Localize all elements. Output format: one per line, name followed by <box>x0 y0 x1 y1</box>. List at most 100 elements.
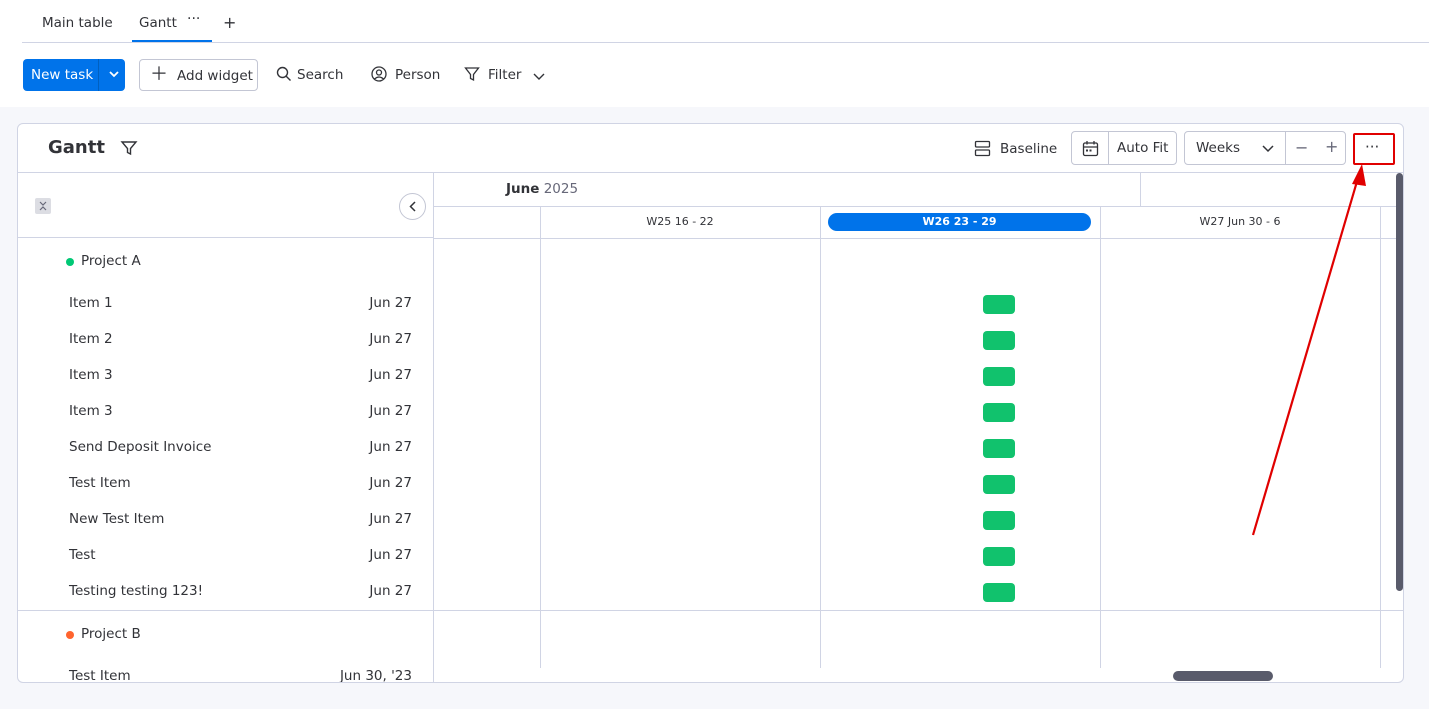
item-list-panel: Project A Item 1 Jun 27 Item 2 Jun 27 Item… <box>18 173 434 683</box>
auto-fit-button[interactable]: Auto Fit <box>1117 140 1168 156</box>
gantt-bar[interactable] <box>983 511 1015 530</box>
item-date: Jun 27 <box>369 511 412 527</box>
calendar-icon <box>1082 141 1099 157</box>
item-date: Jun 27 <box>369 331 412 347</box>
item-name: Item 1 <box>69 295 113 311</box>
week-gridline <box>1100 206 1101 668</box>
chevron-down-icon[interactable] <box>107 67 121 81</box>
week-label: W25 16 - 22 <box>646 215 714 228</box>
baseline-icon <box>974 140 991 157</box>
list-item[interactable]: Test Item Jun 27 <box>69 475 414 495</box>
add-widget-label: Add widget <box>177 68 253 84</box>
item-name: Testing testing 123! <box>69 583 204 599</box>
item-date: Jun 27 <box>369 475 412 491</box>
new-task-button[interactable]: New task <box>23 59 125 91</box>
person-filter-button[interactable]: Person <box>395 67 440 83</box>
week-gridline <box>1380 206 1381 668</box>
search-button[interactable]: Search <box>297 67 343 83</box>
group-name-project-a[interactable]: Project A <box>81 253 141 269</box>
new-task-label: New task <box>31 67 94 83</box>
person-icon[interactable] <box>371 66 387 82</box>
gantt-bar[interactable] <box>983 295 1015 314</box>
item-name: Item 2 <box>69 331 113 347</box>
filter-icon[interactable] <box>120 139 138 157</box>
more-icon: ··· <box>1365 138 1380 156</box>
list-item[interactable]: Item 1 Jun 27 <box>69 295 414 315</box>
item-name: Test Item <box>69 668 131 683</box>
month-boundary-line <box>1140 173 1141 206</box>
add-view-button[interactable]: + <box>223 13 236 32</box>
group-name-project-b[interactable]: Project B <box>81 626 141 642</box>
view-tabs: Main table Gantt ··· + <box>22 0 1429 43</box>
week-label: W27 Jun 30 - 6 <box>1199 215 1281 228</box>
list-item[interactable]: Item 2 Jun 27 <box>69 331 414 351</box>
gantt-timeline: June 2025 W25 16 - 22 W26 23 - 29 W27 Ju… <box>434 173 1403 682</box>
tab-gantt[interactable]: Gantt <box>139 15 177 31</box>
month-label: June 2025 <box>506 181 578 197</box>
list-item[interactable]: Test Item Jun 30, '23 <box>69 668 414 683</box>
item-name: Test <box>69 547 96 563</box>
item-name: Test Item <box>69 475 131 491</box>
item-name: Item 3 <box>69 367 113 383</box>
chevron-down-icon[interactable] <box>1261 143 1275 155</box>
gantt-bar[interactable] <box>983 331 1015 350</box>
zoom-divider <box>1285 132 1286 164</box>
plus-icon: ＋ <box>150 64 168 85</box>
collapse-panel-button[interactable] <box>399 193 426 220</box>
auto-fit-control: Auto Fit <box>1071 131 1177 165</box>
zoom-in-button[interactable]: + <box>1325 137 1338 156</box>
gantt-bar[interactable] <box>983 547 1015 566</box>
collapse-icon <box>39 201 47 211</box>
item-date: Jun 27 <box>369 295 412 311</box>
item-name: Send Deposit Invoice <box>69 439 212 455</box>
week-gridline <box>540 206 541 668</box>
item-list-header <box>18 173 434 238</box>
add-widget-button[interactable]: ＋ Add widget <box>139 59 258 91</box>
list-item[interactable]: Item 3 Jun 27 <box>69 403 414 423</box>
more-options-button[interactable]: ··· <box>1353 133 1395 165</box>
group-color-dot <box>66 631 74 639</box>
week-gridline <box>820 206 821 668</box>
filter-button[interactable]: Filter <box>488 67 521 83</box>
gantt-title: Gantt <box>48 137 105 158</box>
list-item[interactable]: Item 3 Jun 27 <box>69 367 414 387</box>
tab-main-table[interactable]: Main table <box>42 15 113 31</box>
list-item[interactable]: Test Jun 27 <box>69 547 414 567</box>
horizontal-scrollbar[interactable] <box>1173 671 1273 681</box>
item-date: Jun 27 <box>369 583 412 599</box>
list-item[interactable]: New Test Item Jun 27 <box>69 511 414 531</box>
item-date: Jun 27 <box>369 547 412 563</box>
chevron-down-icon[interactable] <box>531 68 547 84</box>
group-color-dot <box>66 258 74 266</box>
gantt-widget: Gantt Baseline Auto Fit Weeks − + ··· Pr… <box>17 123 1404 683</box>
baseline-button[interactable]: Baseline <box>974 138 1057 160</box>
filter-icon[interactable] <box>464 66 480 82</box>
calendar-button[interactable] <box>1072 132 1109 164</box>
search-icon[interactable] <box>276 66 292 82</box>
gantt-bar[interactable] <box>983 439 1015 458</box>
list-item[interactable]: Testing testing 123! Jun 27 <box>69 583 414 603</box>
board-toolbar: New task ＋ Add widget Search Person Filt… <box>0 55 1429 95</box>
gantt-bar[interactable] <box>983 475 1015 494</box>
item-date: Jun 30, '23 <box>339 668 412 683</box>
item-name: Item 3 <box>69 403 113 419</box>
zoom-unit-select[interactable]: Weeks <box>1196 140 1240 156</box>
month-name: June <box>506 181 540 197</box>
item-date: Jun 27 <box>369 403 412 419</box>
gantt-bar[interactable] <box>983 583 1015 602</box>
active-tab-indicator <box>132 40 212 42</box>
collapse-all-button[interactable] <box>35 198 51 214</box>
item-date: Jun 27 <box>369 439 412 455</box>
item-name: New Test Item <box>69 511 165 527</box>
item-date: Jun 27 <box>369 367 412 383</box>
header-divider <box>434 238 1403 239</box>
tab-gantt-more-icon[interactable]: ··· <box>187 11 200 27</box>
month-row-divider <box>434 206 1403 207</box>
list-item[interactable]: Send Deposit Invoice Jun 27 <box>69 439 414 459</box>
zoom-control: Weeks − + <box>1184 131 1346 165</box>
zoom-out-button[interactable]: − <box>1295 138 1308 157</box>
gantt-bar[interactable] <box>983 403 1015 422</box>
gantt-bar[interactable] <box>983 367 1015 386</box>
vertical-scrollbar[interactable] <box>1396 173 1403 591</box>
new-task-divider <box>98 59 99 91</box>
